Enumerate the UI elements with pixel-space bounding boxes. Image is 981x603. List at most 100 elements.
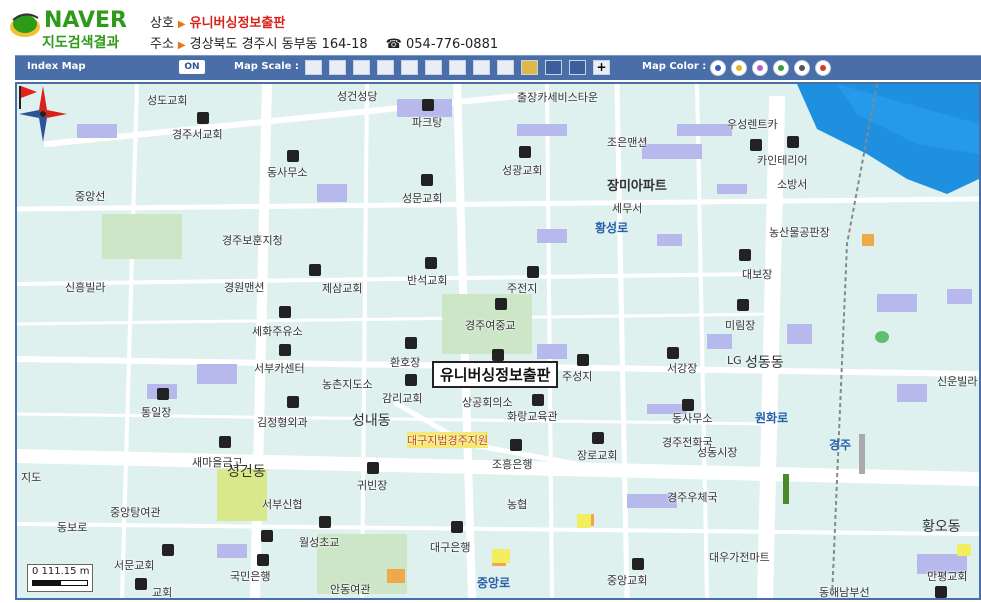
map-scale-level-button[interactable] <box>521 60 538 75</box>
map-scale-level-button[interactable] <box>449 60 466 75</box>
map-poi-label[interactable]: 서부카센터 <box>254 360 305 376</box>
map-poi-label[interactable]: 주전지 <box>507 280 537 296</box>
map-poi-label[interactable]: 만평교회 <box>927 568 967 584</box>
map-scale-level-button[interactable] <box>353 60 370 75</box>
map-scale-level-button[interactable] <box>545 60 562 75</box>
map-poi-label[interactable]: 대구지법경주지원 <box>407 432 488 448</box>
poi-marker-icon[interactable] <box>451 521 463 533</box>
map-poi-label[interactable]: 지도 <box>21 469 41 485</box>
map-poi-label[interactable]: 서부신협 <box>262 496 302 512</box>
map-poi-label[interactable]: 미림장 <box>725 317 755 333</box>
poi-marker-icon[interactable] <box>935 586 947 598</box>
map-poi-label[interactable]: 농촌지도소 <box>322 376 373 392</box>
poi-marker-icon[interactable] <box>632 558 644 570</box>
map-poi-label[interactable]: 중앙교회 <box>607 572 647 588</box>
poi-marker-icon[interactable] <box>421 174 433 186</box>
map-poi-label[interactable]: 성도교회 <box>147 92 187 108</box>
target-business-label[interactable]: 유니버싱정보출판 <box>432 361 559 388</box>
poi-marker-icon[interactable] <box>492 349 504 361</box>
map-poi-label[interactable]: 대우가전마트 <box>709 549 770 565</box>
poi-marker-icon[interactable] <box>532 394 544 406</box>
map-poi-label[interactable]: 중앙탕여관 <box>110 504 161 520</box>
zoom-in-button[interactable]: + <box>593 60 610 75</box>
poi-marker-icon[interactable] <box>750 139 762 151</box>
map-canvas[interactable]: 성도교회 성건성당 출장카세비스타운 파크탕 경주서교회 우성렌트카 조은맨션 성광교회 동사무… <box>15 82 981 600</box>
map-poi-label[interactable]: 장미아파트 <box>607 175 667 194</box>
map-poi-label[interactable]: 동보로 <box>57 519 87 535</box>
map-poi-label[interactable]: 우성렌트카 <box>727 116 778 132</box>
map-scale-level-button[interactable] <box>473 60 490 75</box>
map-poi-label[interactable]: 감리교회 <box>382 390 422 406</box>
map-scale-level-button[interactable] <box>305 60 322 75</box>
poi-marker-icon[interactable] <box>279 306 291 318</box>
map-poi-label[interactable]: 성동시장 <box>697 444 737 460</box>
map-poi-label[interactable]: 조은맨션 <box>607 134 647 150</box>
poi-marker-icon[interactable] <box>309 264 321 276</box>
poi-marker-icon[interactable] <box>592 432 604 444</box>
map-poi-label[interactable]: 교회 <box>152 584 172 598</box>
map-poi-label[interactable]: 경원맨션 <box>224 279 264 295</box>
poi-marker-icon[interactable] <box>197 112 209 124</box>
map-poi-label[interactable]: 파크탕 <box>412 114 442 130</box>
map-poi-label[interactable]: 귀빈장 <box>357 477 387 493</box>
map-poi-label[interactable]: 세화주유소 <box>252 323 303 339</box>
map-poi-label[interactable]: 출장카세비스타운 <box>517 89 598 105</box>
map-poi-label[interactable]: 대구은행 <box>430 539 470 555</box>
map-scale-level-button[interactable] <box>329 60 346 75</box>
poi-marker-icon[interactable] <box>279 344 291 356</box>
poi-marker-icon[interactable] <box>287 396 299 408</box>
map-poi-label[interactable]: 월성초교 <box>299 534 339 550</box>
poi-marker-icon[interactable] <box>519 146 531 158</box>
poi-marker-icon[interactable] <box>787 136 799 148</box>
poi-marker-icon[interactable] <box>737 299 749 311</box>
poi-marker-icon[interactable] <box>261 530 273 542</box>
map-scale-level-button[interactable] <box>425 60 442 75</box>
map-poi-label[interactable]: 상공회의소 <box>462 394 513 410</box>
naver-logo[interactable]: NAVER 지도검색결과 <box>8 6 138 51</box>
map-poi-label[interactable]: 신운빌라 <box>937 373 977 389</box>
poi-marker-icon[interactable] <box>667 347 679 359</box>
poi-marker-icon[interactable] <box>422 99 434 111</box>
map-poi-label[interactable]: 경주보훈지청 <box>222 232 283 248</box>
map-poi-label[interactable]: 장로교회 <box>577 447 617 463</box>
map-poi-label[interactable]: 중앙선 <box>75 188 105 204</box>
map-poi-label[interactable]: 농협 <box>507 496 527 512</box>
map-poi-label[interactable]: 성문교회 <box>402 190 442 206</box>
map-scale-level-button[interactable] <box>401 60 418 75</box>
poi-marker-icon[interactable] <box>425 257 437 269</box>
map-poi-label[interactable]: 환호장 <box>390 354 420 370</box>
map-poi-label[interactable]: 제삼교회 <box>322 280 362 296</box>
map-color-button[interactable] <box>794 60 810 76</box>
map-poi-label[interactable]: LG <box>727 354 742 367</box>
map-poi-label[interactable]: 조흥은행 <box>492 456 532 472</box>
map-scale-level-button[interactable] <box>377 60 394 75</box>
poi-marker-icon[interactable] <box>257 554 269 566</box>
map-poi-label[interactable]: 신흥빌라 <box>65 279 105 295</box>
map-poi-label[interactable]: 서문교회 <box>114 557 154 573</box>
map-poi-label[interactable]: 통일장 <box>141 404 171 420</box>
poi-marker-icon[interactable] <box>577 354 589 366</box>
poi-marker-icon[interactable] <box>367 462 379 474</box>
map-color-button[interactable] <box>815 60 831 76</box>
map-poi-label[interactable]: 반석교회 <box>407 272 447 288</box>
map-poi-label[interactable]: 성건성당 <box>337 88 377 104</box>
map-color-button[interactable] <box>752 60 768 76</box>
map-color-button[interactable] <box>731 60 747 76</box>
poi-marker-icon[interactable] <box>405 337 417 349</box>
poi-marker-icon[interactable] <box>219 436 231 448</box>
map-poi-label[interactable]: 화랑교육관 <box>507 408 558 424</box>
map-poi-label[interactable]: 경주여중교 <box>465 317 516 333</box>
map-color-button[interactable] <box>773 60 789 76</box>
map-poi-label[interactable]: 동사무소 <box>672 410 712 426</box>
map-poi-label[interactable]: 경주서교회 <box>172 126 223 142</box>
poi-marker-icon[interactable] <box>527 266 539 278</box>
index-map-toggle[interactable]: ON <box>179 60 205 74</box>
poi-marker-icon[interactable] <box>495 298 507 310</box>
map-poi-label[interactable]: 동사무소 <box>267 164 307 180</box>
map-poi-label[interactable]: 서강장 <box>667 360 697 376</box>
poi-marker-icon[interactable] <box>739 249 751 261</box>
poi-marker-icon[interactable] <box>405 374 417 386</box>
map-poi-label[interactable]: 소방서 <box>777 176 807 192</box>
map-color-button[interactable] <box>710 60 726 76</box>
map-poi-label[interactable]: 농산물공판장 <box>769 224 830 240</box>
